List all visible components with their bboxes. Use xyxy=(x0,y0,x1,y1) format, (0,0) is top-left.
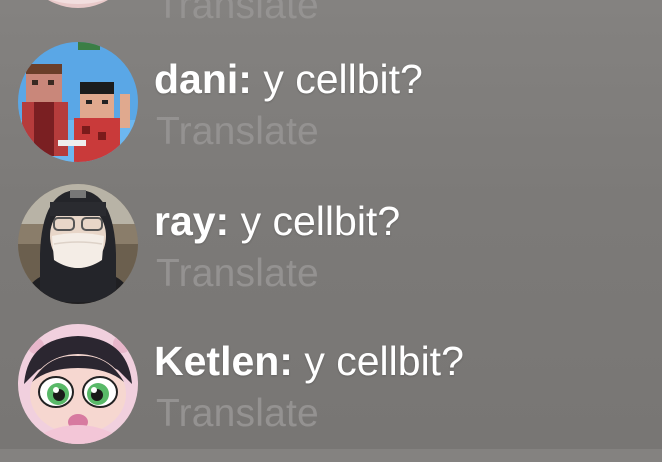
comment-message: y cellbit? xyxy=(229,198,401,244)
comment-item: dani: y cellbit? Translate xyxy=(0,40,662,180)
minecraft-skin-avatar-icon[interactable] xyxy=(18,42,138,162)
comment-username[interactable]: dani: xyxy=(154,56,252,102)
comment-username[interactable]: ray: xyxy=(154,198,229,244)
comment-message: y cellbit? xyxy=(251,56,423,102)
comment-text: dani: y cellbit? xyxy=(154,56,423,103)
translate-link[interactable]: Translate xyxy=(156,392,319,436)
comment-message: y cellbit? xyxy=(292,338,464,384)
comment-text: ray: y cellbit? xyxy=(154,198,400,245)
comment-item: ray: y cellbit? Translate xyxy=(0,182,662,322)
translate-link[interactable]: Translate xyxy=(156,0,319,28)
translate-link[interactable]: Translate xyxy=(156,252,319,296)
comment-item: Ketlen: y cellbit? Translate xyxy=(0,322,662,462)
pink-avatar-icon[interactable] xyxy=(18,0,138,8)
translate-link[interactable]: Translate xyxy=(156,110,319,154)
comment-text: Ketlen: y cellbit? xyxy=(154,338,464,385)
masked-person-avatar-icon[interactable] xyxy=(18,184,138,304)
comment-item: Translate xyxy=(0,0,662,28)
comment-username[interactable]: Ketlen: xyxy=(154,338,293,384)
cartoon-girl-avatar-icon[interactable] xyxy=(18,324,138,444)
